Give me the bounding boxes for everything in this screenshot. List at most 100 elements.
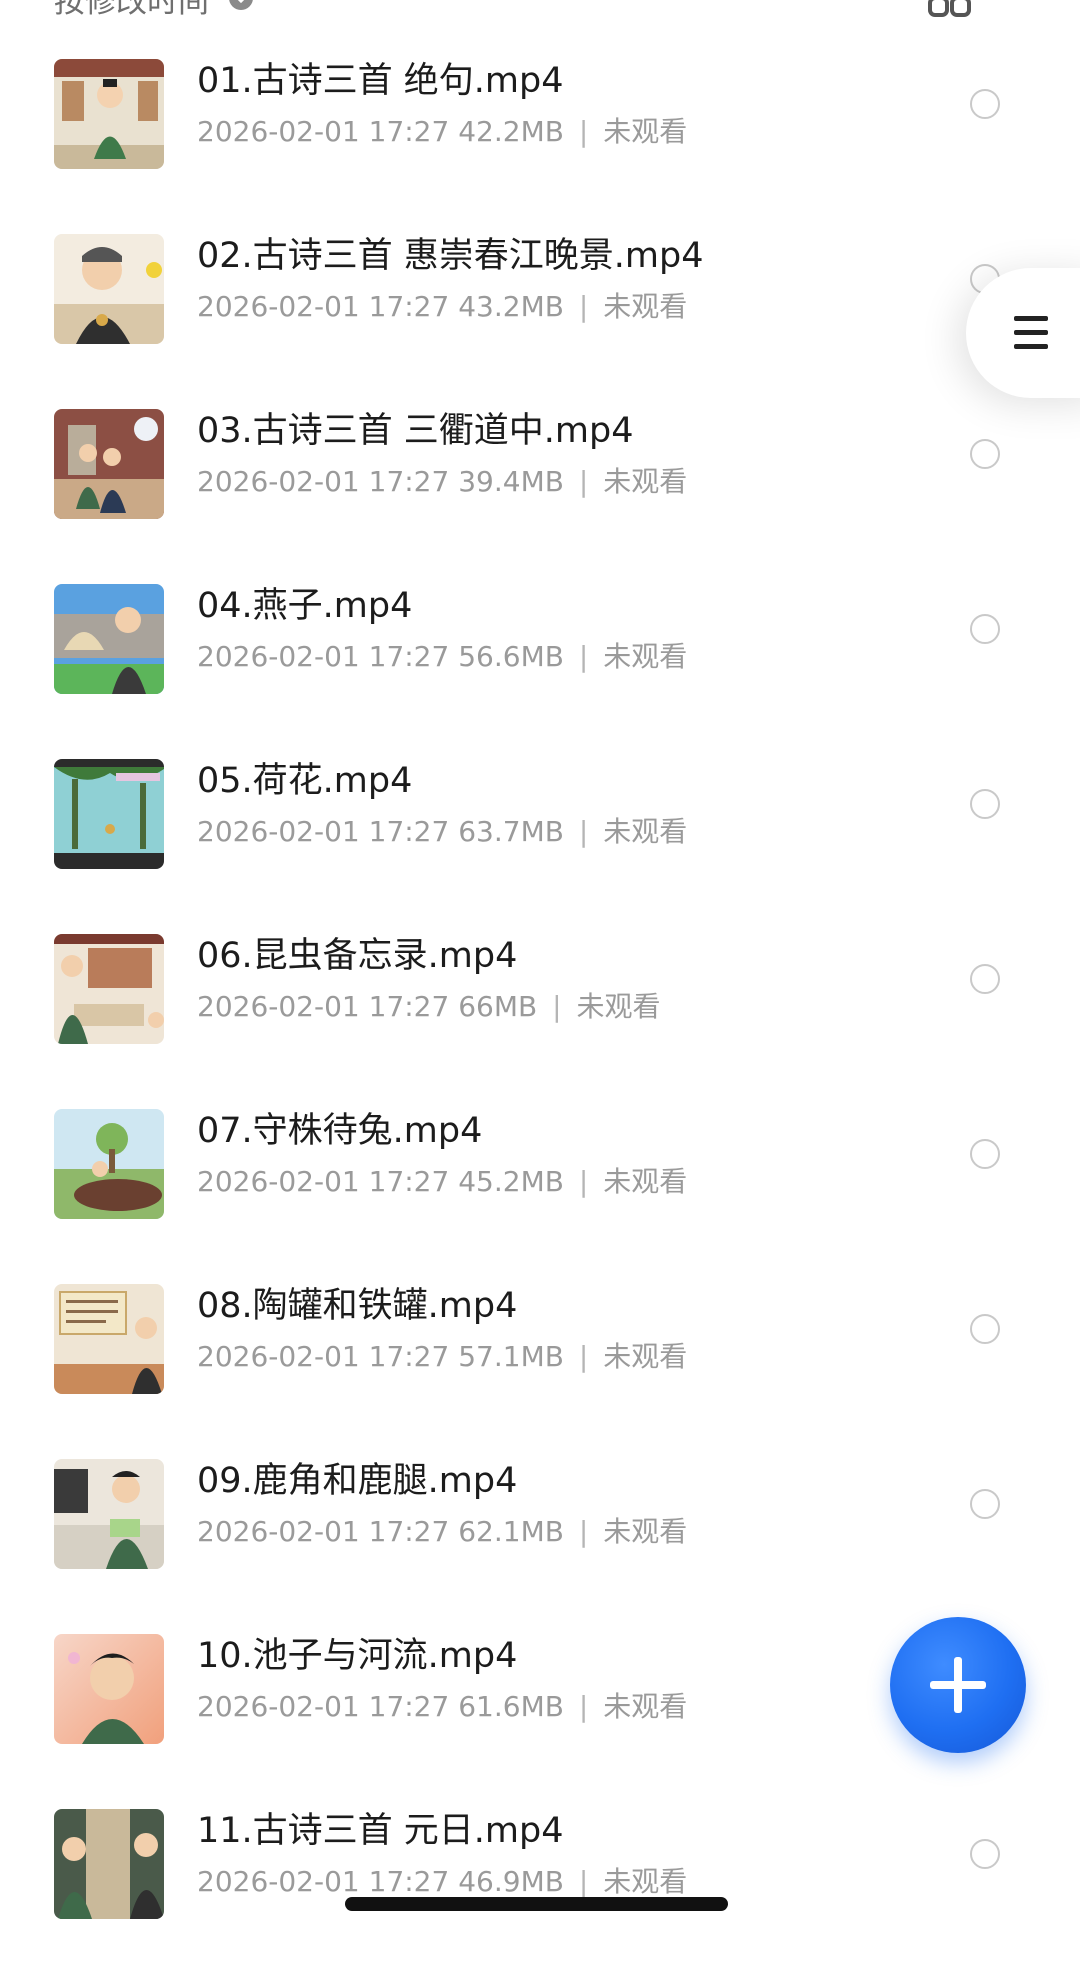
- watch-status: 未观看: [603, 815, 688, 848]
- meta-separator: |: [578, 465, 589, 498]
- select-radio[interactable]: [970, 789, 1000, 819]
- video-thumbnail: [54, 59, 164, 169]
- file-name: 05.荷花.mp4: [197, 761, 413, 801]
- file-meta: 2026-02-01 17:27 66MB | 未观看: [197, 989, 757, 1025]
- file-date: 2026-02-01 17:27: [197, 115, 450, 148]
- file-name: 08.陶罐和铁罐.mp4: [197, 1286, 518, 1326]
- file-size: 66MB: [458, 990, 538, 1023]
- video-thumbnail: [54, 1459, 164, 1569]
- file-name: 11.古诗三首 元日.mp4: [197, 1811, 564, 1851]
- file-row[interactable]: 01.古诗三首 绝句.mp4 2026-02-01 17:27 42.2MB |…: [0, 54, 1080, 229]
- sort-label: 按修改时间: [54, 0, 209, 20]
- file-name: 03.古诗三首 三衢道中.mp4: [197, 411, 634, 451]
- file-name: 06.昆虫备忘录.mp4: [197, 936, 518, 976]
- meta-separator: |: [578, 290, 589, 323]
- select-radio[interactable]: [970, 89, 1000, 119]
- file-date: 2026-02-01 17:27: [197, 290, 450, 323]
- watch-status: 未观看: [603, 640, 688, 673]
- meta-separator: |: [578, 1690, 589, 1723]
- file-date: 2026-02-01 17:27: [197, 1515, 450, 1548]
- file-date: 2026-02-01 17:27: [197, 1690, 450, 1723]
- watch-status: 未观看: [603, 1865, 688, 1898]
- meta-separator: |: [578, 1865, 589, 1898]
- file-size: 61.6MB: [458, 1690, 564, 1723]
- select-radio[interactable]: [970, 439, 1000, 469]
- file-meta: 2026-02-01 17:27 46.9MB | 未观看: [197, 1864, 757, 1900]
- meta-separator: |: [552, 990, 562, 1023]
- file-meta: 2026-02-01 17:27 45.2MB | 未观看: [197, 1164, 757, 1200]
- grid-view-icon[interactable]: [928, 0, 972, 18]
- watch-status: 未观看: [603, 290, 688, 323]
- file-size: 62.1MB: [458, 1515, 564, 1548]
- file-date: 2026-02-01 17:27: [197, 465, 450, 498]
- file-date: 2026-02-01 17:27: [197, 1340, 450, 1373]
- file-size: 57.1MB: [458, 1340, 564, 1373]
- file-size: 63.7MB: [458, 815, 564, 848]
- file-row[interactable]: 02.古诗三首 惠崇春江晚景.mp4 2026-02-01 17:27 43.2…: [0, 229, 1080, 404]
- file-date: 2026-02-01 17:27: [197, 1165, 450, 1198]
- watch-status: 未观看: [576, 990, 661, 1023]
- file-row[interactable]: 09.鹿角和鹿腿.mp4 2026-02-01 17:27 62.1MB | 未…: [0, 1454, 1080, 1629]
- file-name: 07.守株待兔.mp4: [197, 1111, 483, 1151]
- file-row[interactable]: 06.昆虫备忘录.mp4 2026-02-01 17:27 66MB | 未观看: [0, 929, 1080, 1104]
- meta-separator: |: [578, 815, 589, 848]
- select-radio[interactable]: [970, 614, 1000, 644]
- video-thumbnail: [54, 1109, 164, 1219]
- select-radio[interactable]: [970, 1489, 1000, 1519]
- file-meta: 2026-02-01 17:27 43.2MB | 未观看: [197, 289, 757, 325]
- home-indicator: [345, 1897, 728, 1911]
- select-radio[interactable]: [970, 1139, 1000, 1169]
- file-row[interactable]: 05.荷花.mp4 2026-02-01 17:27 63.7MB | 未观看: [0, 754, 1080, 929]
- file-size: 56.6MB: [458, 640, 564, 673]
- watch-status: 未观看: [603, 465, 688, 498]
- video-thumbnail: [54, 584, 164, 694]
- file-row[interactable]: 08.陶罐和铁罐.mp4 2026-02-01 17:27 57.1MB | 未…: [0, 1279, 1080, 1454]
- menu-lines-icon: [1014, 316, 1048, 350]
- file-meta: 2026-02-01 17:27 39.4MB | 未观看: [197, 464, 757, 500]
- video-thumbnail: [54, 409, 164, 519]
- add-button[interactable]: [890, 1617, 1026, 1753]
- file-date: 2026-02-01 17:27: [197, 815, 450, 848]
- watch-status: 未观看: [603, 1165, 688, 1198]
- meta-separator: |: [578, 115, 589, 148]
- sort-selector[interactable]: 按修改时间: [54, 0, 255, 20]
- video-thumbnail: [54, 934, 164, 1044]
- file-row[interactable]: 03.古诗三首 三衢道中.mp4 2026-02-01 17:27 39.4MB…: [0, 404, 1080, 579]
- file-meta: 2026-02-01 17:27 56.6MB | 未观看: [197, 639, 757, 675]
- meta-separator: |: [578, 640, 589, 673]
- file-row[interactable]: 04.燕子.mp4 2026-02-01 17:27 56.6MB | 未观看: [0, 579, 1080, 754]
- file-size: 42.2MB: [458, 115, 564, 148]
- file-name: 10.池子与河流.mp4: [197, 1636, 518, 1676]
- file-row[interactable]: 11.古诗三首 元日.mp4 2026-02-01 17:27 46.9MB |…: [0, 1804, 1080, 1979]
- meta-separator: |: [578, 1515, 589, 1548]
- meta-separator: |: [578, 1165, 589, 1198]
- file-name: 04.燕子.mp4: [197, 586, 413, 626]
- file-size: 46.9MB: [458, 1865, 564, 1898]
- watch-status: 未观看: [603, 1690, 688, 1723]
- file-meta: 2026-02-01 17:27 57.1MB | 未观看: [197, 1339, 757, 1375]
- select-radio[interactable]: [970, 964, 1000, 994]
- file-date: 2026-02-01 17:27: [197, 990, 450, 1023]
- video-thumbnail: [54, 1634, 164, 1744]
- file-meta: 2026-02-01 17:27 63.7MB | 未观看: [197, 814, 757, 850]
- meta-separator: |: [578, 1340, 589, 1373]
- file-size: 43.2MB: [458, 290, 564, 323]
- file-row[interactable]: 07.守株待兔.mp4 2026-02-01 17:27 45.2MB | 未观…: [0, 1104, 1080, 1279]
- file-meta: 2026-02-01 17:27 62.1MB | 未观看: [197, 1514, 757, 1550]
- file-meta: 2026-02-01 17:27 61.6MB | 未观看: [197, 1689, 757, 1725]
- file-size: 45.2MB: [458, 1165, 564, 1198]
- select-radio[interactable]: [970, 1839, 1000, 1869]
- video-thumbnail: [54, 234, 164, 344]
- file-name: 02.古诗三首 惠崇春江晚景.mp4: [197, 236, 704, 276]
- watch-status: 未观看: [603, 1515, 688, 1548]
- video-thumbnail: [54, 1284, 164, 1394]
- video-thumbnail: [54, 759, 164, 869]
- sort-arrows-icon: [227, 0, 255, 12]
- file-date: 2026-02-01 17:27: [197, 640, 450, 673]
- select-radio[interactable]: [970, 1314, 1000, 1344]
- file-name: 01.古诗三首 绝句.mp4: [197, 61, 564, 101]
- watch-status: 未观看: [603, 115, 688, 148]
- file-size: 39.4MB: [458, 465, 564, 498]
- file-name: 09.鹿角和鹿腿.mp4: [197, 1461, 518, 1501]
- video-thumbnail: [54, 1809, 164, 1919]
